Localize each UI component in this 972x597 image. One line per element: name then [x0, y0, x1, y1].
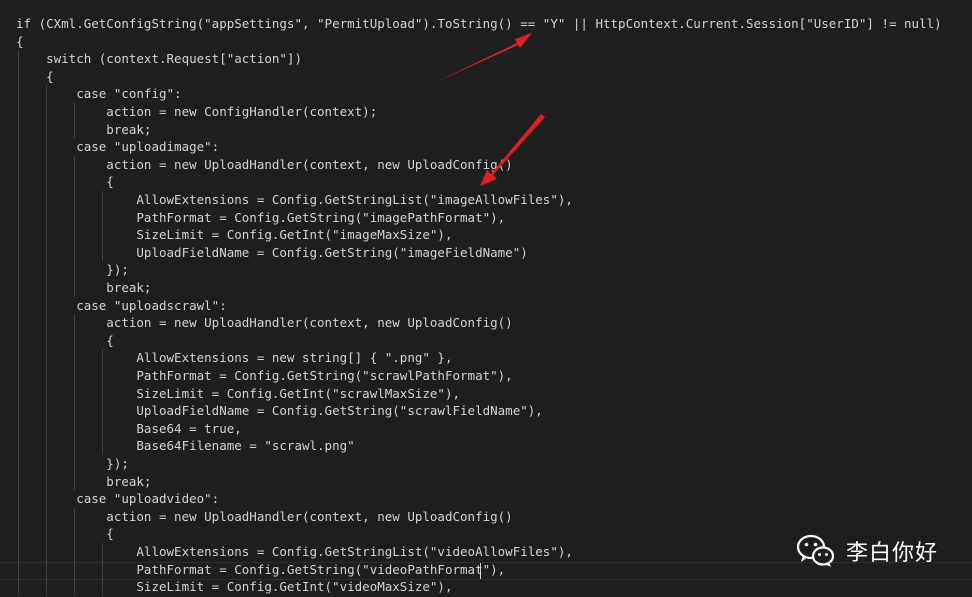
code-line[interactable]: case "uploadimage": — [16, 138, 219, 155]
code-line[interactable]: SizeLimit = Config.GetInt("videoMaxSize"… — [16, 578, 452, 595]
code-line[interactable]: { — [16, 332, 114, 349]
wechat-icon — [796, 534, 835, 567]
code-line[interactable]: PathFormat = Config.GetString("scrawlPat… — [16, 367, 512, 384]
text-cursor — [480, 563, 481, 579]
code-line[interactable]: AllowExtensions = Config.GetStringList("… — [16, 543, 573, 560]
code-line[interactable]: PathFormat = Config.GetString("imagePath… — [16, 209, 505, 226]
code-line[interactable]: SizeLimit = Config.GetInt("imageMaxSize"… — [16, 226, 452, 243]
code-line[interactable]: action = new ConfigHandler(context); — [16, 103, 377, 120]
watermark-text: 李白你好 — [846, 541, 939, 566]
code-line[interactable]: { — [16, 33, 24, 50]
code-line[interactable]: AllowExtensions = new string[] { ".png" … — [16, 349, 452, 366]
code-line[interactable]: switch (context.Request["action"]) — [16, 50, 302, 67]
code-line[interactable]: action = new UploadHandler(context, new … — [16, 156, 512, 173]
code-line[interactable]: action = new UploadHandler(context, new … — [16, 508, 512, 525]
code-line[interactable]: { — [16, 68, 54, 85]
code-line[interactable]: { — [16, 525, 114, 542]
code-line[interactable]: case "config": — [16, 85, 181, 102]
code-line[interactable]: Base64 = true, — [16, 420, 241, 437]
red-arrow-middle — [480, 114, 545, 186]
code-line[interactable]: if (CXml.GetConfigString("appSettings", … — [16, 15, 942, 32]
code-editor[interactable]: if (CXml.GetConfigString("appSettings", … — [0, 0, 972, 597]
code-line[interactable]: Base64Filename = "scrawl.png" — [16, 437, 354, 454]
code-line[interactable]: AllowExtensions = Config.GetStringList("… — [16, 191, 573, 208]
code-line[interactable]: UploadFieldName = Config.GetString("imag… — [16, 244, 527, 261]
code-line[interactable]: break; — [16, 279, 151, 296]
code-line[interactable]: action = new UploadHandler(context, new … — [16, 314, 512, 331]
watermark: 李白你好 — [796, 533, 938, 569]
code-line[interactable]: case "uploadvideo": — [16, 490, 219, 507]
code-line[interactable]: case "uploadscrawl": — [16, 297, 227, 314]
code-line[interactable]: }); — [16, 261, 129, 278]
code-line[interactable]: }); — [16, 455, 129, 472]
code-line[interactable]: break; — [16, 473, 151, 490]
code-line[interactable]: UploadFieldName = Config.GetString("scra… — [16, 402, 542, 419]
code-line[interactable]: PathFormat = Config.GetString("videoPath… — [16, 561, 505, 578]
code-line[interactable]: break; — [16, 121, 151, 138]
code-line[interactable]: { — [16, 173, 114, 190]
red-arrow-top — [434, 33, 532, 83]
code-line[interactable]: SizeLimit = Config.GetInt("scrawlMaxSize… — [16, 385, 460, 402]
